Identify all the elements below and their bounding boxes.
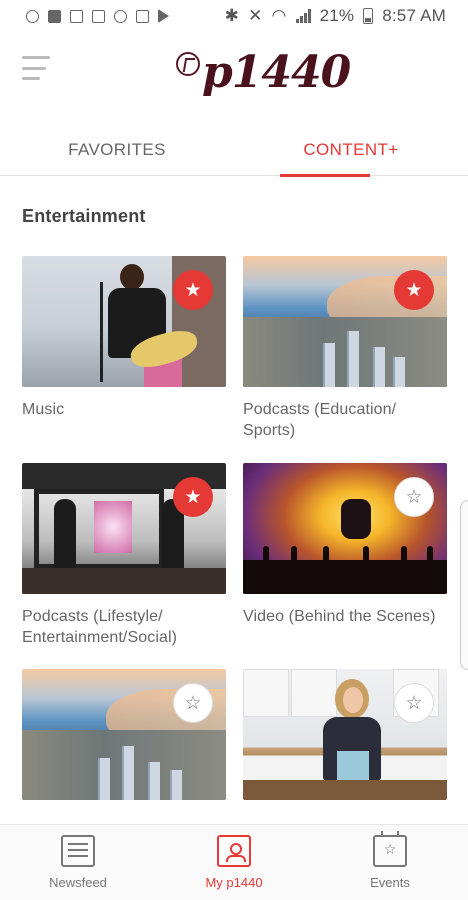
content-card-music[interactable]: ★ Music [22,256,226,420]
favorite-star-icon[interactable]: ★ [394,270,434,310]
battery-icon [363,8,374,24]
mute-icon: ✕ [248,6,263,25]
logo-text: p1440 [202,47,351,98]
card-label: Video (Behind the Scenes) [243,608,436,625]
card-label: Podcasts (Lifestyle/ Entertainment/Socia… [22,608,178,646]
card-image[interactable]: ★ [22,463,226,594]
card-label: Podcasts (Education/ Sports) [243,401,397,439]
bottom-navigation: Newsfeed My p1440 ☆ Events [0,824,468,900]
card-image[interactable]: ☆ [243,463,447,594]
scroll-edge-handle[interactable] [460,500,468,670]
facebook-icon [48,9,61,23]
logo-mark [176,52,200,76]
newsfeed-icon [61,835,95,867]
status-bar: ✱ ✕ ◠ 21% 8:57 AM [0,0,468,32]
bluetooth-icon: ✱ [224,6,240,25]
checklist-icon [70,9,83,23]
star-icon: ☆ [383,841,397,857]
profile-icon [217,835,251,867]
wifi-icon: ◠ [271,6,287,25]
app-header: p1440 [0,32,468,122]
document-icon [136,9,149,23]
play-store-icon [158,9,169,23]
app-logo: p1440 [176,40,351,98]
image-icon [92,9,105,23]
favorite-star-outline-icon[interactable]: ☆ [394,477,434,517]
favorite-star-outline-icon[interactable]: ☆ [173,683,213,723]
tab-label: CONTENT+ [303,140,399,159]
nav-my-p1440[interactable]: My p1440 [156,825,312,900]
favorite-star-icon[interactable]: ★ [173,477,213,517]
tab-label: FAVORITES [68,140,166,159]
mic-icon [114,9,127,23]
section-title: Entertainment [22,206,146,226]
card-image[interactable]: ★ [22,256,226,387]
content-card-6[interactable]: ☆ [243,669,447,800]
favorite-star-outline-icon[interactable]: ☆ [394,683,434,723]
status-left [26,9,169,23]
tab-favorites[interactable]: FAVORITES [0,124,234,176]
content-card-5[interactable]: ☆ [22,669,226,800]
nav-label: Newsfeed [49,875,107,890]
events-icon: ☆ [373,831,407,867]
battery-percent: 21% [319,6,355,25]
hamburger-menu-icon[interactable] [22,56,50,80]
nav-newsfeed[interactable]: Newsfeed [0,825,156,900]
status-right: ✱ ✕ ◠ 21% 8:57 AM [225,6,446,26]
card-label: Music [22,401,65,418]
signal-icon [295,9,311,23]
favorite-star-icon[interactable]: ★ [173,270,213,310]
card-image[interactable]: ★ [243,256,447,387]
tab-bar: FAVORITES CONTENT+ [0,124,468,177]
tab-content-plus[interactable]: CONTENT+ [234,124,468,177]
nav-events[interactable]: ☆ Events [312,825,468,900]
content-card-podcasts-lifestyle[interactable]: ★ Podcasts (Lifestyle/ Entertainment/Soc… [22,463,226,648]
card-image[interactable]: ☆ [22,669,226,800]
nav-label: Events [370,875,410,890]
content-card-video[interactable]: ☆ Video (Behind the Scenes) [243,463,447,627]
clock: 8:57 AM [382,6,446,25]
card-image[interactable]: ☆ [243,669,447,800]
content-card-podcasts-education[interactable]: ★ Podcasts (Education/ Sports) [243,256,447,441]
notification-icon [26,9,39,23]
nav-label: My p1440 [205,875,263,890]
